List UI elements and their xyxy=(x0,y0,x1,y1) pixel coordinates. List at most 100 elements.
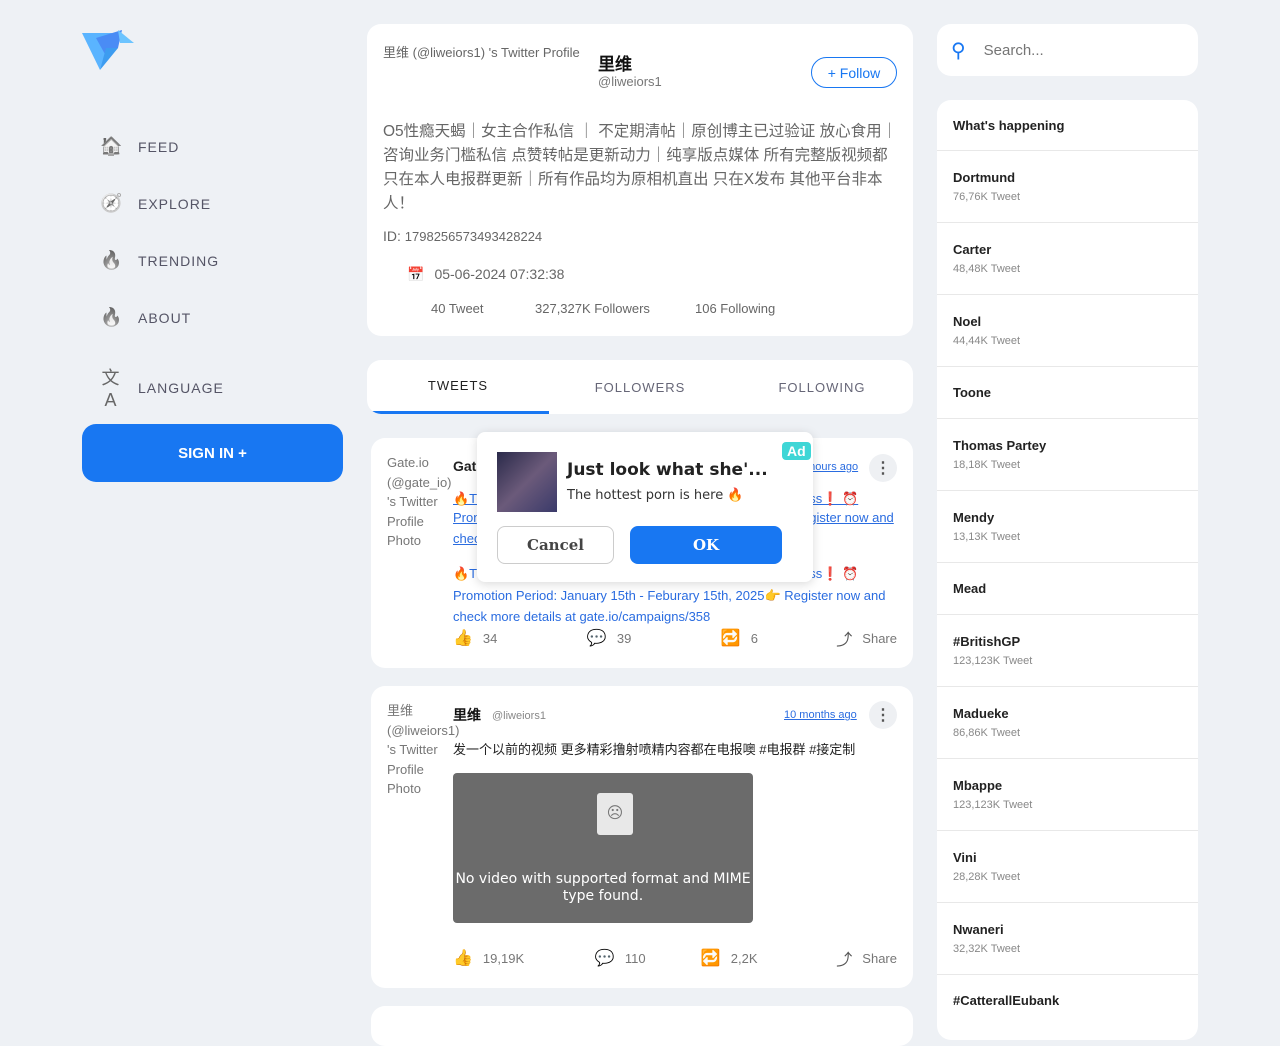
search-input[interactable] xyxy=(983,41,1164,59)
trend-name: Mendy xyxy=(953,510,995,525)
trend-item[interactable]: Mendy 13,13K Tweet xyxy=(937,490,1198,562)
trend-item[interactable]: #CatterallEubank xyxy=(937,974,1198,1026)
fire-icon: 🔥 xyxy=(100,307,124,327)
trend-item[interactable]: Carter 48,48K Tweet xyxy=(937,222,1198,294)
profile-page-title: 里维 (@liweiors1) 's Twitter Profile xyxy=(383,45,580,60)
tab-followers[interactable]: FOLLOWERS xyxy=(549,360,731,414)
trend-item[interactable]: Thomas Partey 18,18K Tweet xyxy=(937,418,1198,490)
ad-ok-button[interactable]: OK xyxy=(630,526,782,564)
trends-panel: What's happening Dortmund 76,76K Tweet Car… xyxy=(937,100,1198,1040)
retweet-icon[interactable]: 🔁 xyxy=(721,628,741,648)
tweet-author-photo-alt: Gate.io (@gate_io) 's Twitter Profile Ph… xyxy=(387,455,452,548)
nav-item-feed[interactable]: 🏠 FEED xyxy=(100,136,179,157)
reply-icon[interactable]: 💬 xyxy=(595,948,615,968)
retweet-count: 6 xyxy=(750,630,758,646)
home-icon: 🏠 xyxy=(100,136,124,156)
following-count[interactable]: 106 Following xyxy=(695,301,775,316)
nav-item-label: EXPLORE xyxy=(138,195,212,212)
trend-item[interactable]: #BritishGP 123,123K Tweet xyxy=(937,614,1198,686)
trend-name: Toone xyxy=(953,385,992,400)
reply-count: 110 xyxy=(624,950,646,966)
nav-item-label: FEED xyxy=(138,138,180,155)
tab-tweets[interactable]: TWEETS xyxy=(367,360,549,414)
trend-name: Dortmund xyxy=(953,170,1016,185)
ad-cancel-button[interactable]: Cancel xyxy=(497,526,614,564)
profile-id: 1798256573493428224 xyxy=(404,229,543,244)
like-icon[interactable]: 👍 xyxy=(453,628,473,648)
followers-count[interactable]: 327,327K Followers xyxy=(535,301,650,316)
trend-count: 123,123K Tweet xyxy=(953,655,1033,667)
trend-name: Nwaneri xyxy=(953,922,1004,937)
search-box: ⚲ xyxy=(937,24,1198,76)
sign-in-button[interactable]: SIGN IN + xyxy=(82,424,343,482)
trend-name: Mbappe xyxy=(953,778,1003,793)
retweet-count: 2,2K xyxy=(730,950,758,966)
share-button[interactable]: Share xyxy=(862,631,897,646)
nav-item-label: LANGUAGE xyxy=(138,379,224,396)
share-icon[interactable]: ⤴ xyxy=(836,626,852,650)
trend-count: 18,18K Tweet xyxy=(953,459,1021,471)
trend-count: 28,28K Tweet xyxy=(953,871,1021,883)
nav-item-trending[interactable]: 🔥 TRENDING xyxy=(100,250,219,271)
ad-popup: Just look what she'... The hottest porn … xyxy=(477,432,813,582)
profile-card: 里维 (@liweiors1) 's Twitter Profile 里维 @l… xyxy=(367,24,913,336)
tweet-author-handle[interactable]: @liweiors1 xyxy=(492,710,546,722)
broken-file-icon: ☹ xyxy=(597,793,633,835)
trend-item[interactable]: Noel 44,44K Tweet xyxy=(937,294,1198,366)
tweet-text: 发一个以前的视频 更多精彩撸射喷精内容都在电报噢 #电报群 #接定制 xyxy=(453,742,856,757)
nav-item-about[interactable]: 🔥 ABOUT xyxy=(100,307,191,328)
translate-icon: 文A xyxy=(101,368,121,410)
trend-item[interactable]: Mbappe 123,123K Tweet xyxy=(937,758,1198,830)
trend-item[interactable]: Vini 28,28K Tweet xyxy=(937,830,1198,902)
join-date: 05-06-2024 07:32:38 xyxy=(434,266,565,282)
tweet-text: Promotion Period: January 15th - Feburar… xyxy=(453,588,886,624)
trend-count: 86,86K Tweet xyxy=(953,727,1021,739)
tweet-author-name[interactable]: 里维 xyxy=(453,705,481,725)
tab-following[interactable]: FOLLOWING xyxy=(731,360,913,414)
trend-item[interactable]: Mead xyxy=(937,562,1198,614)
video-player[interactable]: ☹ No video with supported format and MIM… xyxy=(453,773,753,923)
ad-text: The hottest porn is here 🔥 xyxy=(567,488,744,503)
trend-count: 32,32K Tweet xyxy=(953,943,1021,955)
follow-button[interactable]: + Follow xyxy=(811,57,897,88)
compass-icon: 🧭 xyxy=(100,193,124,213)
like-count: 19,19K xyxy=(482,950,525,966)
like-icon[interactable]: 👍 xyxy=(453,948,473,968)
trends-title: What's happening xyxy=(953,117,1065,133)
share-button[interactable]: Share xyxy=(862,951,897,966)
ad-image xyxy=(497,452,557,512)
calendar-icon: 📅 xyxy=(407,266,425,282)
trend-name: Mead xyxy=(953,581,987,596)
trend-name: Madueke xyxy=(953,706,1009,721)
trend-item[interactable]: Dortmund 76,76K Tweet xyxy=(937,150,1198,222)
trend-name: Thomas Partey xyxy=(953,438,1047,453)
trend-item[interactable]: Toone xyxy=(937,366,1198,418)
more-options-icon[interactable]: ⋮ xyxy=(869,454,897,482)
tweet-card xyxy=(371,1006,913,1046)
share-icon[interactable]: ⤴ xyxy=(836,946,852,970)
logo-bird-icon xyxy=(82,30,134,70)
ad-title: Just look what she'... xyxy=(567,460,768,480)
trend-name: Noel xyxy=(953,314,982,329)
nav-item-explore[interactable]: 🧭 EXPLORE xyxy=(100,193,211,214)
trend-name: Vini xyxy=(953,850,977,865)
reply-icon[interactable]: 💬 xyxy=(587,628,607,648)
trend-count: 13,13K Tweet xyxy=(953,531,1021,543)
reply-count: 39 xyxy=(616,630,632,646)
retweet-icon[interactable]: 🔁 xyxy=(701,948,721,968)
trend-name: #BritishGP xyxy=(953,634,1021,649)
video-error-message: No video with supported format and MIME … xyxy=(455,871,751,904)
tweet-text-fragment[interactable]: egister now and xyxy=(802,510,894,525)
nav-item-language[interactable]: 文A LANGUAGE xyxy=(100,364,224,411)
profile-name: 里维 xyxy=(598,55,632,75)
nav-item-label: ABOUT xyxy=(138,309,192,326)
trend-item[interactable]: Nwaneri 32,32K Tweet xyxy=(937,902,1198,974)
more-options-icon[interactable]: ⋮ xyxy=(869,701,897,729)
trend-count: 48,48K Tweet xyxy=(953,263,1021,275)
tweet-time[interactable]: 10 months ago xyxy=(784,709,857,721)
trend-item[interactable]: Madueke 86,86K Tweet xyxy=(937,686,1198,758)
trend-count: 76,76K Tweet xyxy=(953,191,1021,203)
profile-tabs: TWEETS FOLLOWERS FOLLOWING xyxy=(367,360,913,414)
trend-count: 123,123K Tweet xyxy=(953,799,1033,811)
tweet-author-name[interactable]: Gat xyxy=(453,458,476,474)
